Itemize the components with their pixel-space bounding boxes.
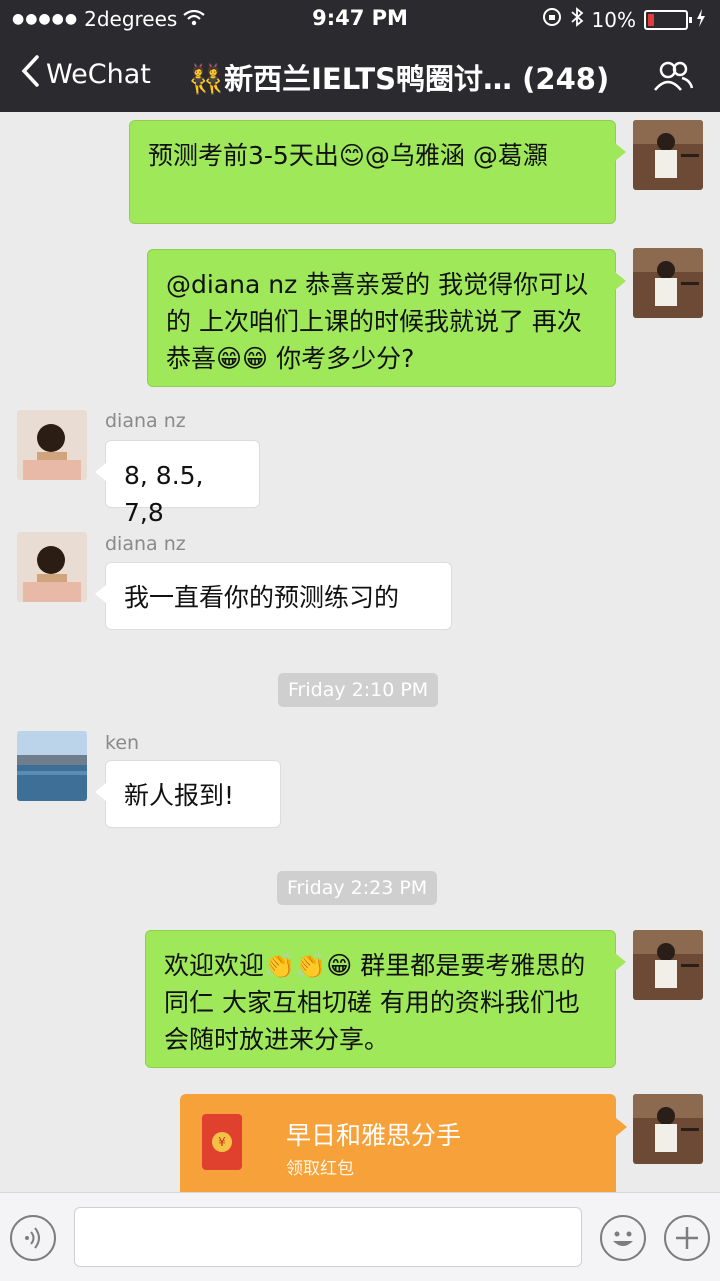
back-button[interactable]: WeChat bbox=[20, 54, 151, 95]
chevron-left-icon bbox=[20, 54, 40, 95]
nav-bar: WeChat 👯新西兰IELTS鸭圈讨… (248) bbox=[0, 38, 720, 112]
my-avatar[interactable] bbox=[633, 930, 703, 1000]
message-text: 8, 8.5, 7,8 bbox=[124, 461, 204, 527]
sender-name: diana nz bbox=[105, 410, 186, 432]
sender-avatar[interactable] bbox=[17, 731, 87, 801]
sender-avatar[interactable] bbox=[17, 532, 87, 602]
red-packet-subtitle: 领取红包 bbox=[286, 1159, 354, 1179]
back-label: WeChat bbox=[46, 59, 151, 90]
red-packet-icon: ¥ bbox=[202, 1114, 242, 1170]
message-bubble-sent[interactable]: @diana nz 恭喜亲爱的 我觉得你可以的 上次咱们上课的时候我就说了 再次… bbox=[147, 249, 626, 387]
my-avatar[interactable] bbox=[633, 120, 703, 190]
message-input[interactable] bbox=[74, 1207, 582, 1267]
red-packet-title: 早日和雅思分手 bbox=[286, 1121, 462, 1150]
charging-icon bbox=[696, 8, 706, 32]
red-packet-message[interactable]: ¥ 早日和雅思分手 领取红包 bbox=[180, 1094, 627, 1192]
message-bubble-received[interactable]: 新人报到! bbox=[95, 760, 281, 828]
message-text: 新人报到! bbox=[124, 781, 235, 810]
chat-title: 👯新西兰IELTS鸭圈讨… (248) bbox=[188, 62, 610, 96]
timestamp: Friday 2:10 PM bbox=[278, 673, 439, 707]
message-text: @diana nz 恭喜亲爱的 我觉得你可以的 上次咱们上课的时候我就说了 再次… bbox=[166, 270, 589, 373]
status-bar: ●●●●● 2degrees 9:47 PM 10% bbox=[0, 0, 720, 38]
group-members-icon[interactable] bbox=[652, 60, 694, 96]
sender-avatar[interactable] bbox=[17, 410, 87, 480]
bluetooth-icon bbox=[570, 7, 584, 32]
message-bubble-received[interactable]: 8, 8.5, 7,8 bbox=[95, 440, 260, 527]
message-text: 欢迎欢迎👏👏😁 群里都是要考雅思的同仁 大家互相切磋 有用的资料我们也会随时放进… bbox=[164, 951, 586, 1054]
plus-button[interactable] bbox=[664, 1215, 710, 1261]
my-avatar[interactable] bbox=[633, 248, 703, 318]
timestamp: Friday 2:23 PM bbox=[277, 871, 438, 905]
sender-name: ken bbox=[105, 732, 140, 754]
message-bubble-received[interactable]: 我一直看你的预测练习的 bbox=[95, 562, 452, 630]
sender-name: diana nz bbox=[105, 533, 186, 555]
my-avatar[interactable] bbox=[633, 1094, 703, 1164]
emoji-button[interactable] bbox=[600, 1215, 646, 1261]
battery-percent: 10% bbox=[591, 7, 636, 32]
rotation-lock-icon bbox=[542, 7, 562, 32]
message-bubble-sent[interactable]: 欢迎欢迎👏👏😁 群里都是要考雅思的同仁 大家互相切磋 有用的资料我们也会随时放进… bbox=[145, 930, 626, 1068]
message-bubble-sent[interactable]: 预测考前3-5天出😊@乌雅涵 @葛灝 bbox=[129, 120, 626, 224]
input-bar bbox=[0, 1192, 720, 1281]
chat-messages[interactable]: 预测考前3-5天出😊@乌雅涵 @葛灝 @diana nz 恭喜亲爱的 我觉得你可… bbox=[0, 112, 720, 1192]
voice-button[interactable] bbox=[10, 1215, 56, 1261]
message-text: 我一直看你的预测练习的 bbox=[124, 583, 400, 612]
battery-icon bbox=[644, 9, 692, 30]
message-text: 预测考前3-5天出😊@乌雅涵 @葛灝 bbox=[148, 141, 548, 170]
